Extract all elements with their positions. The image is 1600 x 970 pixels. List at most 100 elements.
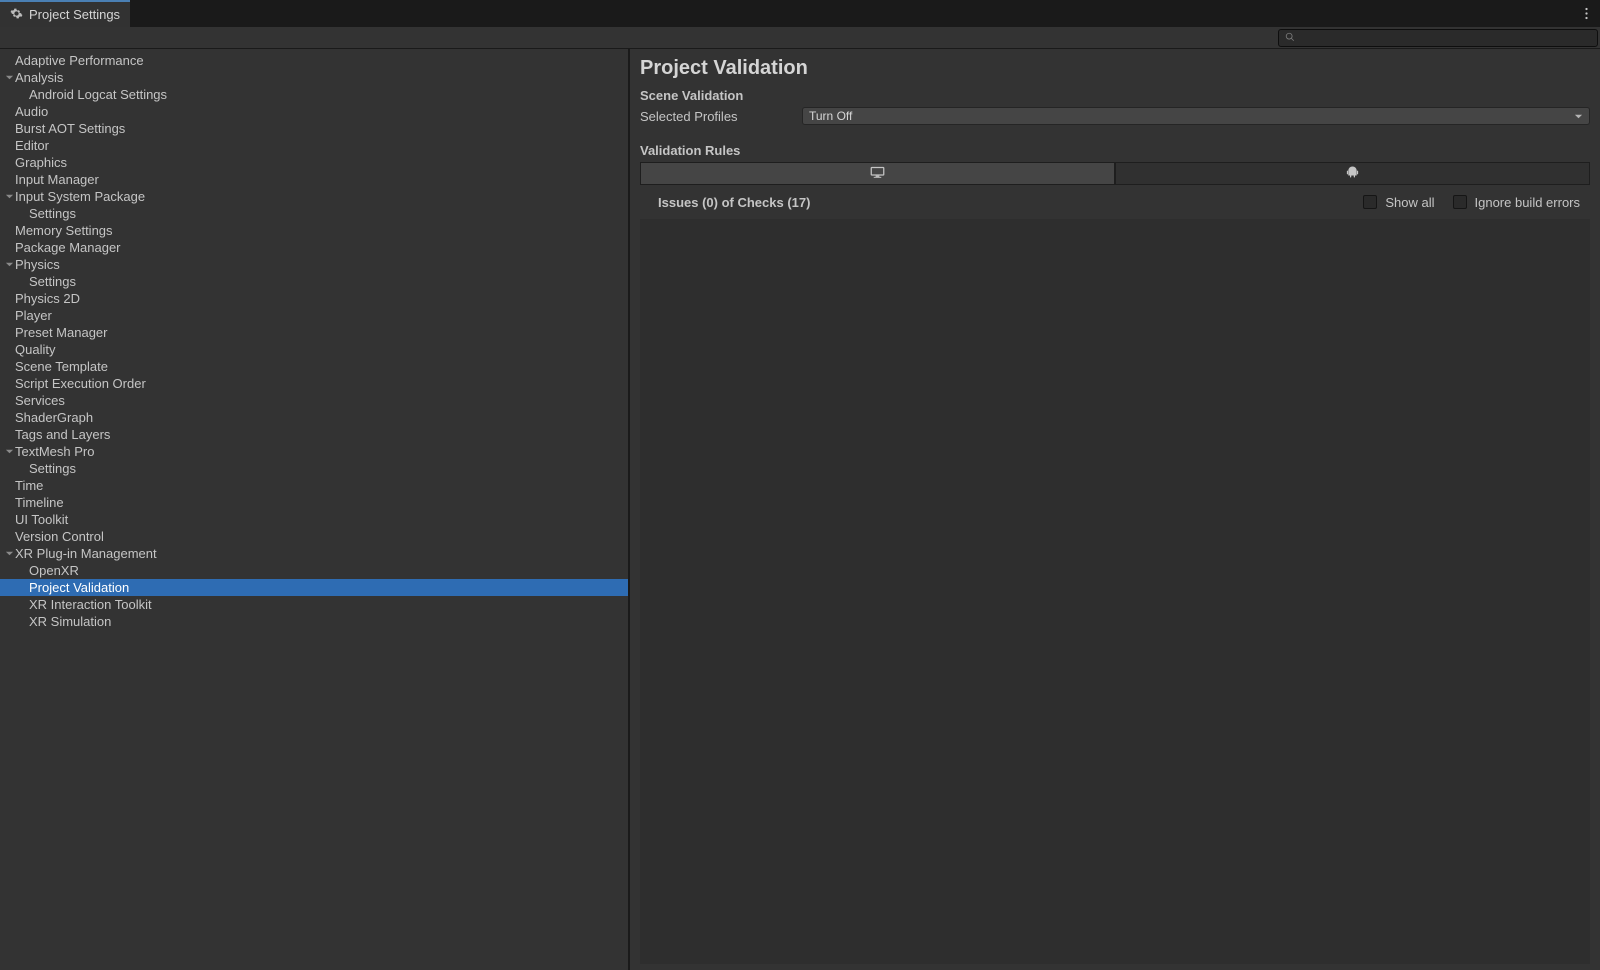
expand-arrow-icon xyxy=(4,157,15,168)
expand-arrow-icon xyxy=(4,497,15,508)
sidebar-item-settings[interactable]: Settings xyxy=(0,205,628,222)
sidebar-item-settings[interactable]: Settings xyxy=(0,460,628,477)
sidebar-item-label: Memory Settings xyxy=(15,223,113,238)
sidebar-item-openxr[interactable]: OpenXR xyxy=(0,562,628,579)
sidebar-item-project-validation[interactable]: Project Validation xyxy=(0,579,628,596)
issues-list-panel xyxy=(640,219,1590,964)
search-icon xyxy=(1285,30,1295,45)
sidebar-item-label: Version Control xyxy=(15,529,104,544)
sidebar-item-label: Burst AOT Settings xyxy=(15,121,125,136)
chevron-down-icon xyxy=(1574,109,1583,124)
sidebar-item-label: UI Toolkit xyxy=(15,512,68,527)
sidebar-item-adaptive-performance[interactable]: Adaptive Performance xyxy=(0,52,628,69)
sidebar-item-label: ShaderGraph xyxy=(15,410,93,425)
sidebar-item-physics[interactable]: Physics xyxy=(0,256,628,273)
sidebar-item-tags-and-layers[interactable]: Tags and Layers xyxy=(0,426,628,443)
sidebar-item-label: Input Manager xyxy=(15,172,99,187)
sidebar-item-input-manager[interactable]: Input Manager xyxy=(0,171,628,188)
expand-arrow-icon[interactable] xyxy=(4,259,15,270)
ignore-build-errors-checkbox-wrap[interactable]: Ignore build errors xyxy=(1453,195,1581,210)
search-strip xyxy=(0,27,1600,49)
sidebar-item-label: Settings xyxy=(29,274,76,289)
sidebar-item-label: Input System Package xyxy=(15,189,145,204)
sidebar-item-textmesh-pro[interactable]: TextMesh Pro xyxy=(0,443,628,460)
body: Adaptive Performance Analysis Android Logc… xyxy=(0,49,1600,970)
sidebar-item-services[interactable]: Services xyxy=(0,392,628,409)
sidebar-item-label: Adaptive Performance xyxy=(15,53,144,68)
show-all-label: Show all xyxy=(1385,195,1434,210)
page-title: Project Validation xyxy=(640,57,1590,80)
expand-arrow-icon[interactable] xyxy=(4,72,15,83)
expand-arrow-icon xyxy=(4,395,15,406)
sidebar-item-time[interactable]: Time xyxy=(0,477,628,494)
expand-arrow-icon xyxy=(4,378,15,389)
scene-validation-heading: Scene Validation xyxy=(640,88,1590,103)
expand-arrow-icon xyxy=(4,106,15,117)
sidebar-item-analysis[interactable]: Analysis xyxy=(0,69,628,86)
sidebar-item-memory-settings[interactable]: Memory Settings xyxy=(0,222,628,239)
expand-arrow-icon xyxy=(4,225,15,236)
tab-bar: Project Settings xyxy=(0,0,1600,27)
sidebar-item-input-system-package[interactable]: Input System Package xyxy=(0,188,628,205)
platform-tab-android[interactable] xyxy=(1115,162,1590,185)
sidebar-item-xr-plug-in-management[interactable]: XR Plug-in Management xyxy=(0,545,628,562)
sidebar-item-physics-2d[interactable]: Physics 2D xyxy=(0,290,628,307)
sidebar-item-audio[interactable]: Audio xyxy=(0,103,628,120)
sidebar-item-xr-simulation[interactable]: XR Simulation xyxy=(0,613,628,630)
expand-arrow-icon xyxy=(18,208,29,219)
sidebar-item-package-manager[interactable]: Package Manager xyxy=(0,239,628,256)
context-menu-button[interactable] xyxy=(1572,0,1600,27)
sidebar-item-scene-template[interactable]: Scene Template xyxy=(0,358,628,375)
sidebar-item-timeline[interactable]: Timeline xyxy=(0,494,628,511)
sidebar-item-quality[interactable]: Quality xyxy=(0,341,628,358)
expand-arrow-icon xyxy=(18,276,29,287)
dropdown-value: Turn Off xyxy=(809,109,852,123)
tab-label: Project Settings xyxy=(29,7,120,22)
expand-arrow-icon[interactable] xyxy=(4,191,15,202)
sidebar-item-label: Services xyxy=(15,393,65,408)
sidebar-item-burst-aot-settings[interactable]: Burst AOT Settings xyxy=(0,120,628,137)
show-all-checkbox-wrap[interactable]: Show all xyxy=(1363,195,1434,210)
sidebar-item-label: Timeline xyxy=(15,495,64,510)
expand-arrow-icon[interactable] xyxy=(4,446,15,457)
sidebar-item-preset-manager[interactable]: Preset Manager xyxy=(0,324,628,341)
sidebar-item-editor[interactable]: Editor xyxy=(0,137,628,154)
show-all-checkbox[interactable] xyxy=(1363,195,1377,209)
expand-arrow-icon xyxy=(18,582,29,593)
expand-arrow-icon xyxy=(18,463,29,474)
sidebar-item-xr-interaction-toolkit[interactable]: XR Interaction Toolkit xyxy=(0,596,628,613)
expand-arrow-icon xyxy=(4,514,15,525)
gear-icon xyxy=(10,7,23,23)
expand-arrow-icon[interactable] xyxy=(4,548,15,559)
sidebar-item-label: Physics xyxy=(15,257,60,272)
ignore-build-errors-checkbox[interactable] xyxy=(1453,195,1467,209)
sidebar-item-label: Settings xyxy=(29,206,76,221)
sidebar-item-version-control[interactable]: Version Control xyxy=(0,528,628,545)
sidebar-item-graphics[interactable]: Graphics xyxy=(0,154,628,171)
search-box[interactable] xyxy=(1278,29,1598,47)
selected-profiles-label: Selected Profiles xyxy=(640,109,802,124)
expand-arrow-icon xyxy=(4,123,15,134)
sidebar-item-player[interactable]: Player xyxy=(0,307,628,324)
sidebar-item-label: Analysis xyxy=(15,70,63,85)
sidebar-item-ui-toolkit[interactable]: UI Toolkit xyxy=(0,511,628,528)
expand-arrow-icon xyxy=(18,616,29,627)
ignore-build-errors-label: Ignore build errors xyxy=(1475,195,1581,210)
search-input[interactable] xyxy=(1299,31,1591,45)
sidebar-item-settings[interactable]: Settings xyxy=(0,273,628,290)
platform-tab-desktop[interactable] xyxy=(640,162,1115,185)
desktop-icon xyxy=(870,166,885,182)
sidebar-item-shadergraph[interactable]: ShaderGraph xyxy=(0,409,628,426)
sidebar-item-label: TextMesh Pro xyxy=(15,444,94,459)
sidebar-item-label: Graphics xyxy=(15,155,67,170)
sidebar-item-script-execution-order[interactable]: Script Execution Order xyxy=(0,375,628,392)
selected-profiles-dropdown[interactable]: Turn Off xyxy=(802,107,1590,125)
sidebar-item-label: Package Manager xyxy=(15,240,121,255)
expand-arrow-icon xyxy=(18,565,29,576)
sidebar-item-android-logcat-settings[interactable]: Android Logcat Settings xyxy=(0,86,628,103)
content-panel: Project Validation Scene Validation Sele… xyxy=(630,49,1600,970)
tab-project-settings[interactable]: Project Settings xyxy=(0,0,130,27)
sidebar-item-label: Android Logcat Settings xyxy=(29,87,167,102)
platform-tabs xyxy=(640,162,1590,185)
settings-sidebar[interactable]: Adaptive Performance Analysis Android Logc… xyxy=(0,49,630,970)
